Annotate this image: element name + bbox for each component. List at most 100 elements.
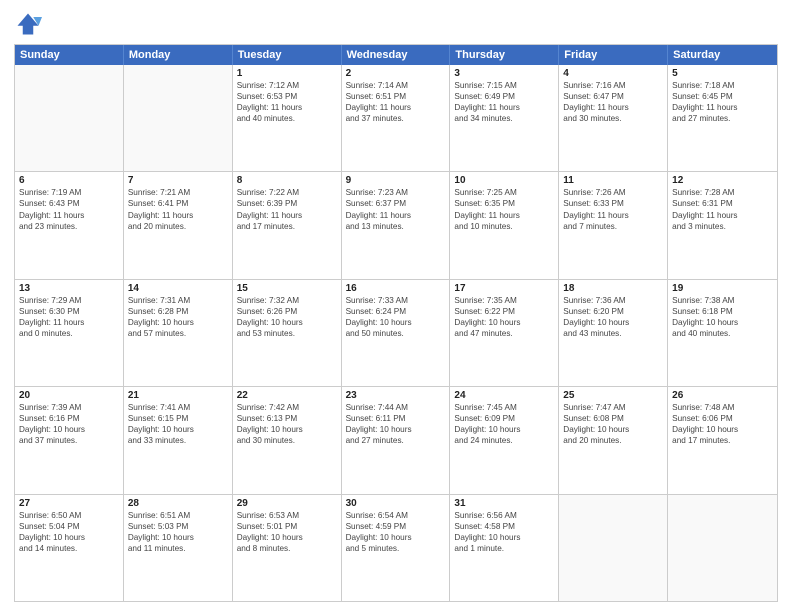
day-header-tuesday: Tuesday xyxy=(233,45,342,65)
cell-info-line: and 7 minutes. xyxy=(563,221,663,232)
cell-info-line: Sunset: 6:22 PM xyxy=(454,306,554,317)
cell-info-line: Daylight: 10 hours xyxy=(19,532,119,543)
day-header-saturday: Saturday xyxy=(668,45,777,65)
cell-info-line: Daylight: 11 hours xyxy=(563,102,663,113)
day-cell-25: 25Sunrise: 7:47 AMSunset: 6:08 PMDayligh… xyxy=(559,387,668,493)
day-cell-27: 27Sunrise: 6:50 AMSunset: 5:04 PMDayligh… xyxy=(15,495,124,601)
cell-info-line: Sunrise: 7:21 AM xyxy=(128,187,228,198)
cell-info-line: and 14 minutes. xyxy=(19,543,119,554)
day-cell-31: 31Sunrise: 6:56 AMSunset: 4:58 PMDayligh… xyxy=(450,495,559,601)
cell-info-line: Sunrise: 7:23 AM xyxy=(346,187,446,198)
day-number: 28 xyxy=(128,498,228,509)
cell-info-line: Sunset: 6:09 PM xyxy=(454,413,554,424)
day-number: 6 xyxy=(19,175,119,186)
cell-info-line: Sunrise: 7:41 AM xyxy=(128,402,228,413)
cell-info-line: Sunset: 6:33 PM xyxy=(563,198,663,209)
day-cell-13: 13Sunrise: 7:29 AMSunset: 6:30 PMDayligh… xyxy=(15,280,124,386)
cell-info-line: Daylight: 11 hours xyxy=(19,210,119,221)
cell-info-line: and 53 minutes. xyxy=(237,328,337,339)
cell-info-line: Daylight: 10 hours xyxy=(128,532,228,543)
cell-info-line: Sunset: 6:47 PM xyxy=(563,91,663,102)
cell-info-line: Daylight: 10 hours xyxy=(672,424,773,435)
day-number: 10 xyxy=(454,175,554,186)
day-number: 31 xyxy=(454,498,554,509)
day-header-wednesday: Wednesday xyxy=(342,45,451,65)
cell-info-line: Daylight: 11 hours xyxy=(346,102,446,113)
cell-info-line: and 5 minutes. xyxy=(346,543,446,554)
cell-info-line: Sunrise: 7:16 AM xyxy=(563,80,663,91)
day-cell-28: 28Sunrise: 6:51 AMSunset: 5:03 PMDayligh… xyxy=(124,495,233,601)
cell-info-line: Sunrise: 7:35 AM xyxy=(454,295,554,306)
day-number: 13 xyxy=(19,283,119,294)
calendar-body: 1Sunrise: 7:12 AMSunset: 6:53 PMDaylight… xyxy=(15,65,777,601)
cell-info-line: Sunrise: 7:29 AM xyxy=(19,295,119,306)
day-number: 2 xyxy=(346,68,446,79)
day-cell-14: 14Sunrise: 7:31 AMSunset: 6:28 PMDayligh… xyxy=(124,280,233,386)
day-cell-30: 30Sunrise: 6:54 AMSunset: 4:59 PMDayligh… xyxy=(342,495,451,601)
cell-info-line: Sunrise: 7:39 AM xyxy=(19,402,119,413)
day-cell-29: 29Sunrise: 6:53 AMSunset: 5:01 PMDayligh… xyxy=(233,495,342,601)
cell-info-line: and 34 minutes. xyxy=(454,113,554,124)
cell-info-line: Sunrise: 7:32 AM xyxy=(237,295,337,306)
cell-info-line: Daylight: 11 hours xyxy=(672,102,773,113)
cell-info-line: Daylight: 11 hours xyxy=(563,210,663,221)
cell-info-line: Sunset: 6:45 PM xyxy=(672,91,773,102)
cell-info-line: and 0 minutes. xyxy=(19,328,119,339)
cell-info-line: and 23 minutes. xyxy=(19,221,119,232)
cell-info-line: and 17 minutes. xyxy=(672,435,773,446)
cell-info-line: and 33 minutes. xyxy=(128,435,228,446)
cell-info-line: Daylight: 11 hours xyxy=(237,210,337,221)
cell-info-line: Sunset: 6:28 PM xyxy=(128,306,228,317)
cell-info-line: Sunrise: 7:38 AM xyxy=(672,295,773,306)
logo xyxy=(14,10,46,38)
day-cell-2: 2Sunrise: 7:14 AMSunset: 6:51 PMDaylight… xyxy=(342,65,451,171)
cell-info-line: Daylight: 10 hours xyxy=(19,424,119,435)
week-row-4: 20Sunrise: 7:39 AMSunset: 6:16 PMDayligh… xyxy=(15,386,777,493)
day-cell-15: 15Sunrise: 7:32 AMSunset: 6:26 PMDayligh… xyxy=(233,280,342,386)
day-cell-12: 12Sunrise: 7:28 AMSunset: 6:31 PMDayligh… xyxy=(668,172,777,278)
day-cell-24: 24Sunrise: 7:45 AMSunset: 6:09 PMDayligh… xyxy=(450,387,559,493)
cell-info-line: Daylight: 10 hours xyxy=(563,424,663,435)
week-row-3: 13Sunrise: 7:29 AMSunset: 6:30 PMDayligh… xyxy=(15,279,777,386)
cell-info-line: Daylight: 10 hours xyxy=(672,317,773,328)
day-header-friday: Friday xyxy=(559,45,668,65)
cell-info-line: and 50 minutes. xyxy=(346,328,446,339)
cell-info-line: Sunset: 6:18 PM xyxy=(672,306,773,317)
cell-info-line: and 13 minutes. xyxy=(346,221,446,232)
day-number: 17 xyxy=(454,283,554,294)
day-cell-19: 19Sunrise: 7:38 AMSunset: 6:18 PMDayligh… xyxy=(668,280,777,386)
day-cell-20: 20Sunrise: 7:39 AMSunset: 6:16 PMDayligh… xyxy=(15,387,124,493)
cell-info-line: Sunset: 6:35 PM xyxy=(454,198,554,209)
week-row-2: 6Sunrise: 7:19 AMSunset: 6:43 PMDaylight… xyxy=(15,171,777,278)
cell-info-line: Daylight: 11 hours xyxy=(454,210,554,221)
cell-info-line: Sunrise: 7:42 AM xyxy=(237,402,337,413)
cell-info-line: Sunrise: 7:36 AM xyxy=(563,295,663,306)
empty-cell xyxy=(124,65,233,171)
empty-cell xyxy=(668,495,777,601)
header xyxy=(14,10,778,38)
cell-info-line: and 30 minutes. xyxy=(237,435,337,446)
day-number: 30 xyxy=(346,498,446,509)
cell-info-line: Sunrise: 7:19 AM xyxy=(19,187,119,198)
day-number: 12 xyxy=(672,175,773,186)
cell-info-line: Daylight: 10 hours xyxy=(237,532,337,543)
day-number: 4 xyxy=(563,68,663,79)
cell-info-line: Sunset: 6:13 PM xyxy=(237,413,337,424)
cell-info-line: Sunset: 6:41 PM xyxy=(128,198,228,209)
cell-info-line: Sunset: 6:11 PM xyxy=(346,413,446,424)
cell-info-line: and 24 minutes. xyxy=(454,435,554,446)
day-number: 18 xyxy=(563,283,663,294)
cell-info-line: Daylight: 10 hours xyxy=(346,532,446,543)
cell-info-line: Sunset: 6:15 PM xyxy=(128,413,228,424)
day-cell-10: 10Sunrise: 7:25 AMSunset: 6:35 PMDayligh… xyxy=(450,172,559,278)
cell-info-line: and 57 minutes. xyxy=(128,328,228,339)
day-number: 19 xyxy=(672,283,773,294)
cell-info-line: Daylight: 10 hours xyxy=(454,424,554,435)
day-cell-18: 18Sunrise: 7:36 AMSunset: 6:20 PMDayligh… xyxy=(559,280,668,386)
cell-info-line: Sunset: 6:49 PM xyxy=(454,91,554,102)
day-number: 14 xyxy=(128,283,228,294)
cell-info-line: and 8 minutes. xyxy=(237,543,337,554)
cell-info-line: Sunrise: 7:31 AM xyxy=(128,295,228,306)
day-cell-26: 26Sunrise: 7:48 AMSunset: 6:06 PMDayligh… xyxy=(668,387,777,493)
day-cell-22: 22Sunrise: 7:42 AMSunset: 6:13 PMDayligh… xyxy=(233,387,342,493)
